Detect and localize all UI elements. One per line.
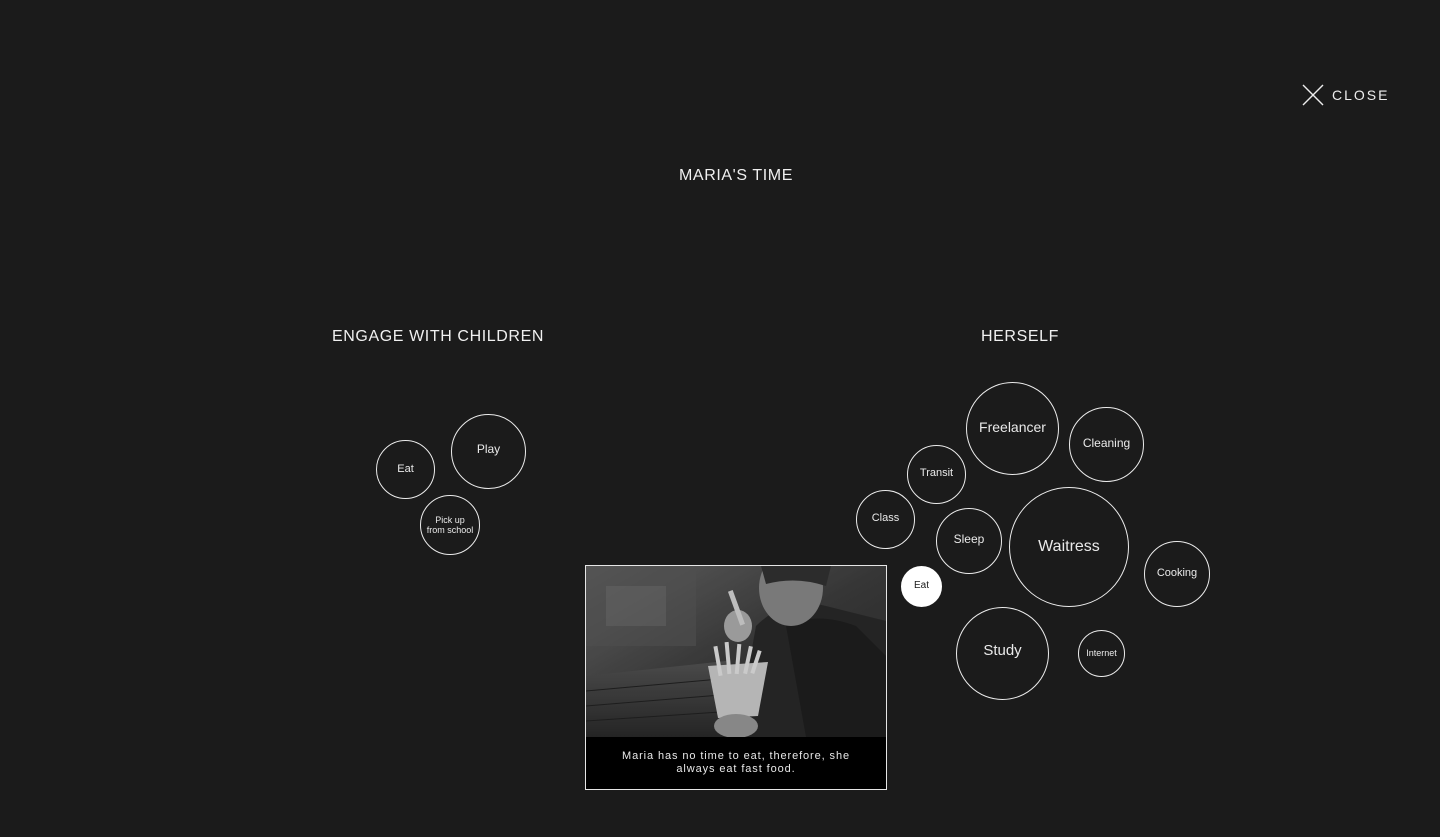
bubble-herself-waitress[interactable]: Waitress xyxy=(1009,487,1129,607)
bubble-herself-internet[interactable]: Internet xyxy=(1078,630,1125,677)
popup-photo xyxy=(586,566,886,737)
bubble-children-pickup[interactable]: Pick up from school xyxy=(420,495,480,555)
bubble-herself-freelancer[interactable]: Freelancer xyxy=(966,382,1059,475)
group-title-children: ENGAGE WITH CHILDREN xyxy=(331,328,544,345)
bubble-herself-study[interactable]: Study xyxy=(956,607,1049,700)
bubble-children-play[interactable]: Play xyxy=(451,414,526,489)
bubble-herself-class[interactable]: Class xyxy=(856,490,915,549)
bubble-herself-cleaning[interactable]: Cleaning xyxy=(1069,407,1144,482)
close-icon xyxy=(1302,84,1324,106)
bubble-herself-eat[interactable]: Eat xyxy=(901,566,942,607)
popup-caption: Maria has no time to eat, therefore, she… xyxy=(622,750,850,775)
bubble-herself-cooking[interactable]: Cooking xyxy=(1144,541,1210,607)
bubble-herself-sleep[interactable]: Sleep xyxy=(936,508,1002,574)
close-label: CLOSE xyxy=(1332,87,1390,103)
activity-popup: Maria has no time to eat, therefore, she… xyxy=(585,565,887,790)
group-title-herself: HERSELF xyxy=(981,328,1059,345)
page-title: MARIA'S TIME xyxy=(679,167,793,184)
bubble-children-eat[interactable]: Eat xyxy=(376,440,435,499)
close-button[interactable]: CLOSE xyxy=(1302,84,1389,106)
bubble-herself-transit[interactable]: Transit xyxy=(907,445,966,504)
maria-time-screen: CLOSE MARIA'S TIME ENGAGE WITH CHILDREN … xyxy=(0,0,1440,837)
